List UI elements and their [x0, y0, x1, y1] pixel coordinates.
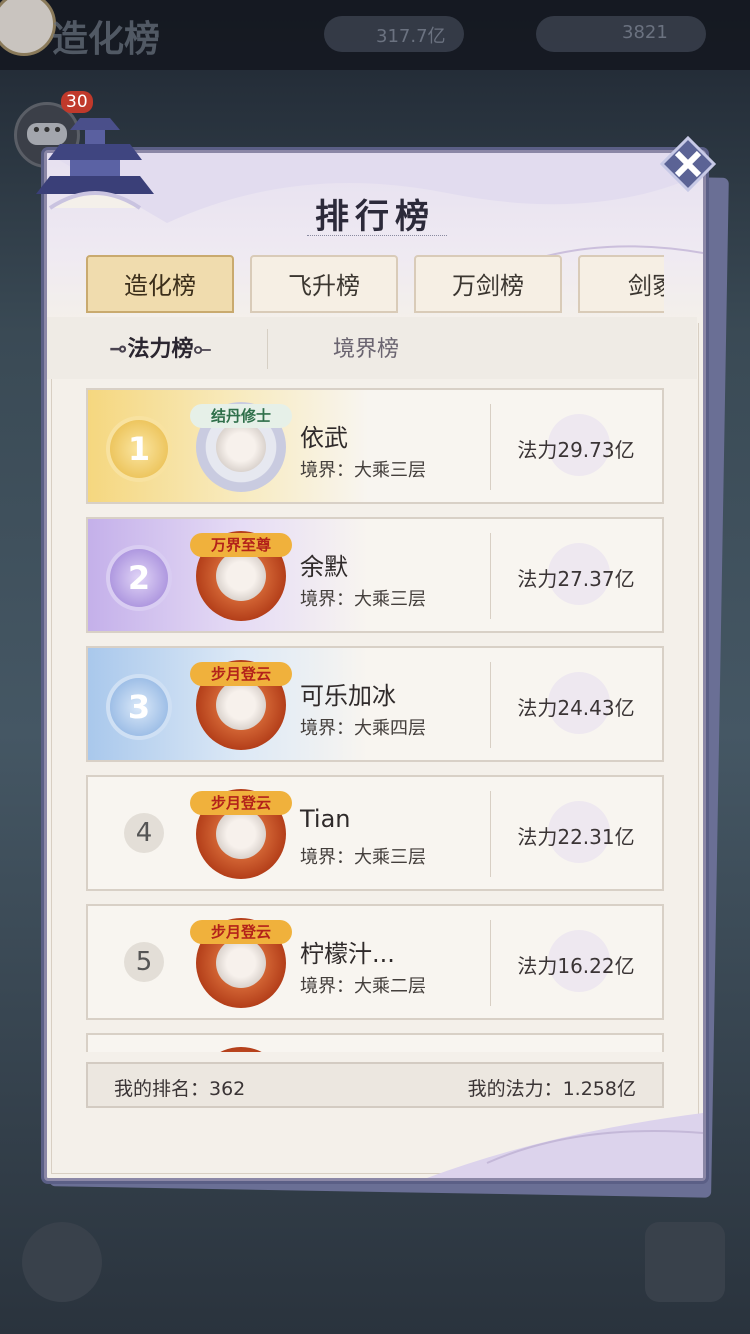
player-name: 余默 — [300, 553, 348, 581]
table-row[interactable] — [86, 1033, 664, 1052]
subtab-divider — [267, 329, 268, 369]
player-avatar-frame[interactable] — [196, 1047, 286, 1052]
table-row[interactable]: 2 万界至尊 余默 境界：大乘三层 法力27.37亿 — [86, 517, 664, 633]
tab-bar: 造化榜 飞升榜 万剑榜 剑冢 — [86, 255, 664, 317]
subtab-realm[interactable]: 境界榜 — [333, 331, 399, 363]
avatar — [216, 938, 266, 988]
resource-energy-value: 3821 — [622, 22, 668, 43]
player-name: 依武 — [300, 424, 348, 452]
bg-title: 造化榜 — [52, 19, 161, 60]
row-divider — [490, 662, 491, 748]
player-power: 法力22.31亿 — [517, 825, 635, 849]
title-badge: 步月登云 — [190, 920, 292, 944]
player-realm: 境界：大乘四层 — [300, 718, 426, 739]
ornament-right-icon: ⟜ — [193, 337, 212, 362]
resource-spirit-value: 317.7亿 — [376, 26, 446, 47]
player-realm: 境界：大乘三层 — [300, 847, 426, 868]
ranking-list[interactable]: 1 结丹修士 依武 境界：大乘三层 法力29.73亿 2 万界至尊 余默 境界：… — [86, 388, 664, 1052]
player-power: 法力16.22亿 — [517, 954, 635, 978]
table-row[interactable]: 1 结丹修士 依武 境界：大乘三层 法力29.73亿 — [86, 388, 664, 504]
title-badge: 结丹修士 — [190, 404, 292, 428]
tab-feisheng[interactable]: 飞升榜 — [250, 255, 398, 313]
title-badge: 步月登云 — [190, 662, 292, 686]
subtab-power[interactable]: ⊸法力榜⟜ — [109, 331, 211, 363]
rank-medal-gold: 1 — [110, 420, 168, 478]
title-ornament — [307, 235, 447, 240]
top-bar: 造化榜 317.7亿 3821 — [0, 0, 750, 70]
avatar — [216, 422, 266, 472]
close-button[interactable] — [660, 136, 716, 192]
player-name: Tian — [300, 805, 351, 833]
side-button[interactable] — [645, 1222, 725, 1302]
player-name: 可乐加冰 — [300, 682, 396, 710]
player-realm: 境界：大乘三层 — [300, 589, 426, 610]
player-realm: 境界：大乘二层 — [300, 976, 426, 997]
my-power: 我的法力：1.258亿 — [467, 1078, 636, 1100]
avatar — [216, 809, 266, 859]
rank-medal-silver: 2 — [110, 549, 168, 607]
table-row[interactable]: 3 步月登云 可乐加冰 境界：大乘四层 法力24.43亿 — [86, 646, 664, 762]
tab-zaohua[interactable]: 造化榜 — [86, 255, 234, 313]
my-rank: 我的排名：362 — [114, 1078, 246, 1100]
avatar — [216, 680, 266, 730]
title-badge: 步月登云 — [190, 791, 292, 815]
player-avatar-frame[interactable]: 步月登云 — [190, 660, 292, 750]
player-avatar[interactable] — [0, 0, 56, 56]
player-avatar-frame[interactable]: 万界至尊 — [190, 531, 292, 621]
player-avatar-frame[interactable]: 步月登云 — [190, 918, 292, 1008]
subtab-power-label: 法力榜 — [127, 337, 194, 362]
avatar — [216, 551, 266, 601]
pagoda-icon — [36, 118, 154, 210]
player-avatar-frame[interactable]: 步月登云 — [190, 789, 292, 879]
table-row[interactable]: 5 步月登云 柠檬汁... 境界：大乘二层 法力16.22亿 — [86, 904, 664, 1020]
player-avatar-frame[interactable]: 结丹修士 — [190, 402, 292, 492]
my-ranking-bar: 我的排名：362 我的法力：1.258亿 — [86, 1062, 664, 1108]
player-power: 法力27.37亿 — [517, 567, 635, 591]
back-button[interactable] — [22, 1222, 102, 1302]
player-power: 法力24.43亿 — [517, 696, 635, 720]
player-name: 柠檬汁... — [300, 940, 395, 968]
subtab-bar: ⊸法力榜⟜ 境界榜 — [47, 317, 697, 379]
player-power: 法力29.73亿 — [517, 438, 635, 462]
resource-spirit: 317.7亿 — [324, 16, 464, 52]
rank-medal-bronze: 3 — [110, 678, 168, 736]
player-realm: 境界：大乘三层 — [300, 460, 426, 481]
title-badge: 万界至尊 — [190, 533, 292, 557]
tab-jianzhong[interactable]: 剑冢 — [578, 255, 664, 313]
row-divider — [490, 533, 491, 619]
row-divider — [490, 791, 491, 877]
table-row[interactable]: 4 步月登云 Tian 境界：大乘三层 法力22.31亿 — [86, 775, 664, 891]
resource-energy: 3821 — [536, 16, 706, 52]
rank-number: 5 — [124, 942, 164, 982]
ornament-left-icon: ⊸ — [109, 337, 128, 362]
row-divider — [490, 404, 491, 490]
tab-wanjian[interactable]: 万剑榜 — [414, 255, 562, 313]
rank-number: 4 — [124, 813, 164, 853]
row-divider — [490, 920, 491, 1006]
